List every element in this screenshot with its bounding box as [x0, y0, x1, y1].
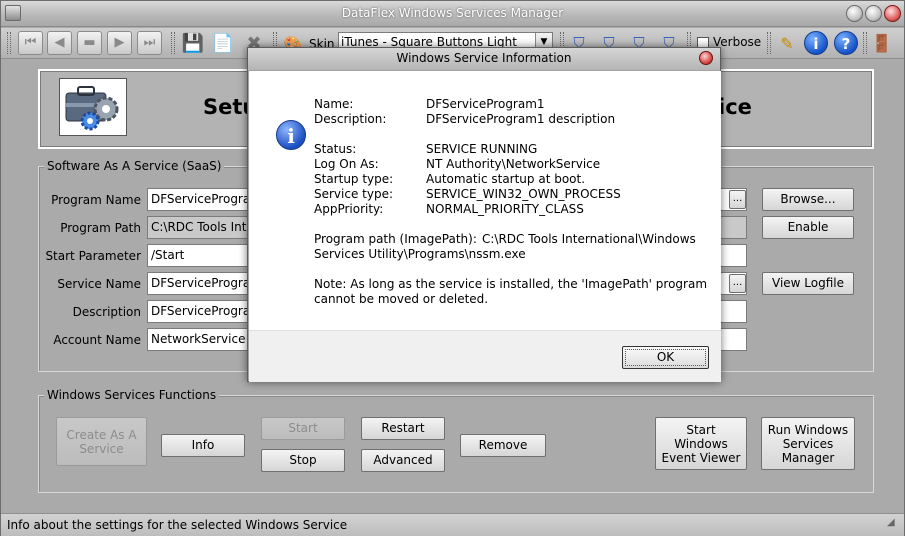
program-path-value-cont: Services Utility\Programs\nssm.exe — [314, 247, 526, 261]
status-bar: Info about the settings for the selected… — [1, 513, 904, 536]
toolbar-grip[interactable] — [171, 32, 175, 54]
dialog-close-button[interactable] — [699, 51, 713, 65]
next-record-icon: ▶ — [114, 35, 125, 50]
description-label: Description — [72, 305, 141, 319]
main-window: DataFlex Windows Services Manager ⏮ ◀ ▬ … — [0, 0, 905, 536]
info-button[interactable]: Info — [161, 434, 245, 457]
status-value: SERVICE RUNNING — [426, 142, 538, 156]
dialog-body: i Name: DFServiceProgram1 Description: D… — [249, 71, 721, 330]
first-record-button[interactable]: ⏮ — [18, 31, 43, 55]
startup-type-value: Automatic startup at boot. — [426, 172, 586, 186]
previous-record-icon: ◀ — [54, 35, 65, 50]
maximize-button[interactable] — [865, 5, 882, 22]
description-label: Description: — [314, 112, 387, 126]
close-button[interactable] — [884, 5, 901, 22]
header-title-right: ice — [718, 95, 752, 119]
stop-icon: ▬ — [83, 35, 96, 50]
stop-button[interactable]: ▬ — [77, 31, 102, 55]
service-type-value: SERVICE_WIN32_OWN_PROCESS — [426, 187, 621, 201]
logon-label: Log On As: — [314, 157, 379, 171]
info-icon: i — [276, 120, 306, 150]
program-path-value: C:\RDC Tools International\Windows — [482, 232, 696, 246]
status-label: Status: — [314, 142, 357, 156]
description-value: DFServiceProgram1 description — [426, 112, 616, 126]
first-record-icon: ⏮ — [24, 35, 37, 50]
program-name-prompt-button[interactable]: ... — [729, 190, 746, 209]
status-text: Info about the settings for the selected… — [7, 518, 348, 532]
service-name-label: Service Name — [57, 277, 141, 291]
app-priority-value: NORMAL_PRIORITY_CLASS — [426, 202, 584, 216]
title-bar[interactable]: DataFlex Windows Services Manager — [1, 1, 904, 27]
app-priority-label: AppPriority: — [314, 202, 384, 216]
start-button[interactable]: Start — [261, 417, 345, 440]
note-text-cont: cannot be moved or deleted. — [314, 292, 489, 306]
note-text: Note: As long as the service is installe… — [314, 277, 708, 291]
new-icon[interactable]: 📄 — [210, 31, 236, 57]
name-label: Name: — [314, 97, 354, 111]
window-title: DataFlex Windows Services Manager — [341, 6, 564, 20]
exit-icon[interactable]: 🚪 — [869, 31, 895, 57]
service-name-prompt-button[interactable]: ... — [729, 274, 746, 293]
stop-button[interactable]: Stop — [261, 449, 345, 472]
tools-icon[interactable]: ✎ — [774, 31, 800, 57]
previous-record-button[interactable]: ◀ — [47, 31, 72, 55]
save-icon[interactable]: 💾 — [180, 31, 206, 57]
enable-button[interactable]: Enable — [762, 216, 854, 239]
logon-value: NT Authority\NetworkService — [426, 157, 601, 171]
start-event-viewer-button[interactable]: Start Windows Event Viewer — [655, 417, 747, 470]
start-parameter-label: Start Parameter — [45, 249, 141, 263]
toolbox-gear-icon — [59, 78, 127, 136]
account-name-label: Account Name — [53, 333, 141, 347]
dialog-title-bar[interactable]: Windows Service Information — [248, 48, 720, 70]
info-icon[interactable]: i — [804, 31, 828, 55]
help-icon[interactable]: ? — [834, 31, 858, 55]
last-record-button[interactable]: ⏭ — [137, 31, 162, 55]
resize-grip-icon[interactable]: ◢ — [887, 517, 901, 531]
minimize-button[interactable] — [846, 5, 863, 22]
run-services-manager-button[interactable]: Run Windows Services Manager — [761, 417, 855, 470]
toolbar-grip[interactable] — [863, 32, 867, 54]
restart-button[interactable]: Restart — [361, 417, 445, 440]
functions-group-label: Windows Services Functions — [44, 388, 220, 402]
last-record-icon: ⏭ — [143, 35, 156, 50]
startup-type-label: Startup type: — [314, 172, 394, 186]
toolbar-grip[interactable] — [767, 32, 771, 54]
browse-button[interactable]: Browse... — [762, 188, 854, 211]
program-path-label: Program Path — [60, 221, 141, 235]
program-name-label: Program Name — [51, 193, 141, 207]
program-path-label: Program path (ImagePath): — [314, 232, 477, 246]
ok-button[interactable]: OK — [622, 346, 709, 369]
advanced-button[interactable]: Advanced — [361, 449, 445, 472]
service-info-dialog: Windows Service Information i Name: DFSe… — [247, 47, 721, 382]
service-type-label: Service type: — [314, 187, 394, 201]
remove-button[interactable]: Remove — [460, 434, 546, 457]
view-logfile-button[interactable]: View Logfile — [762, 272, 854, 295]
next-record-button[interactable]: ▶ — [107, 31, 132, 55]
create-service-button[interactable]: Create As A Service — [56, 417, 147, 466]
toolbar-grip[interactable] — [7, 32, 11, 54]
dialog-title: Windows Service Information — [396, 51, 572, 65]
name-value: DFServiceProgram1 — [426, 97, 545, 111]
saas-group-label: Software As A Service (SaaS) — [44, 159, 225, 173]
